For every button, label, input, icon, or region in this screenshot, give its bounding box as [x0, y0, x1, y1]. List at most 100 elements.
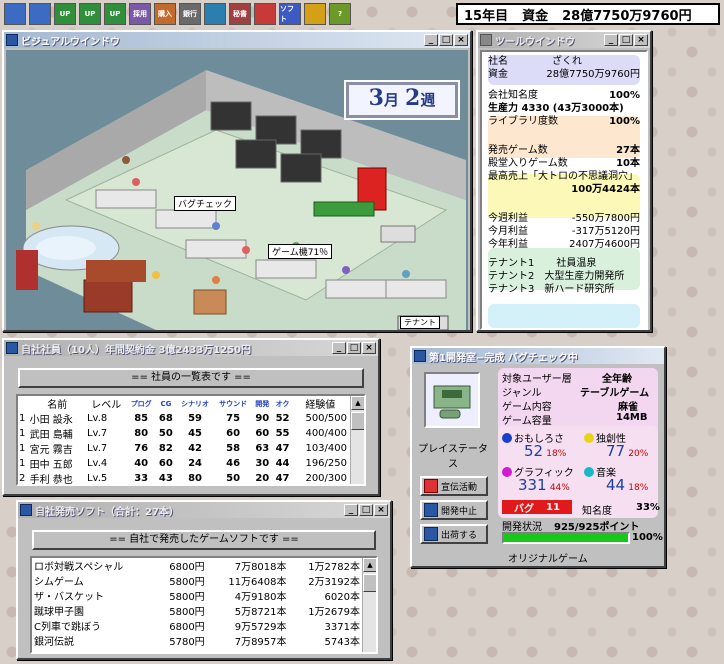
staff-header-cell — [18, 396, 29, 411]
hall-label: 殿堂入りゲーム数 — [488, 158, 568, 169]
maximize-button[interactable]: □ — [439, 34, 453, 46]
software-scrollbar[interactable]: ▲ — [362, 558, 376, 652]
staff-window: 自社社員（10人）年間契約金 3億2433万1250円 _ □ × == 社員の… — [2, 338, 380, 496]
progress-label: 開発状況 — [502, 522, 542, 533]
best-title: 最高売上「大トロの不思議洞穴」 — [488, 171, 638, 182]
stop-dev-button[interactable]: 開発中止 — [420, 500, 488, 520]
hall-row: 殿堂入りゲーム数 10本 — [488, 157, 640, 170]
maximize-button[interactable]: □ — [347, 342, 361, 354]
software-caption: == 自社で発売したゲームソフトです == — [32, 530, 376, 550]
best-title-row: 最高売上「大トロの不思議洞穴」 — [488, 170, 640, 183]
staff-window-titlebar[interactable]: 自社社員（10人）年間契約金 3億2433万1250円 _ □ × — [4, 340, 378, 356]
software-cell: 5780円 — [169, 637, 205, 648]
dev-room-icon — [414, 350, 426, 362]
ranking-icon[interactable] — [304, 3, 326, 25]
graphic-pct: 44% — [549, 483, 570, 493]
software-window: 自社発売ソフト（合計：27本） _ □ × == 自社で発売したゲームソフトです… — [16, 500, 392, 660]
orig-value-group: 77 20% — [606, 442, 648, 460]
scroll-thumb[interactable] — [351, 412, 364, 430]
soft-icon[interactable]: ソフト — [279, 3, 301, 25]
help-icon[interactable]: ? — [329, 3, 351, 25]
software-row[interactable]: 蹴球甲子園 5800円 5万8721本 1万2679本 — [32, 603, 362, 618]
software-window-titlebar[interactable]: 自社発売ソフト（合計：27本） _ □ × — [18, 502, 390, 518]
visual-window-titlebar[interactable]: ビジュアルウインドウ _ □ × — [4, 32, 470, 48]
fun-dot-icon — [502, 433, 512, 443]
staff-window-icon — [6, 342, 18, 354]
software-list[interactable]: ロボ対戦スペシャル 6800円 7万8018本 1万2782本 シムゲーム 5800円 11… — [30, 556, 378, 654]
minimize-button[interactable]: _ — [332, 342, 346, 354]
week-number: 2 — [405, 85, 421, 111]
advertise-button[interactable]: 宣伝活動 — [420, 476, 488, 496]
minimize-button[interactable]: _ — [344, 504, 358, 516]
buy-tech-icon[interactable]: 購入 — [154, 3, 176, 25]
software-row[interactable]: ロボ対戦スペシャル 6800円 7万8018本 1万2782本 — [32, 558, 362, 573]
visual-window-title: ビジュアルウインドウ — [21, 36, 120, 48]
software-cell: 5800円 — [169, 577, 205, 588]
software-row[interactable]: 銀河伝説 5780円 7万8957本 5743本 — [32, 633, 362, 648]
upgrade-icon-1[interactable]: UP — [54, 3, 76, 25]
scroll-up-button[interactable]: ▲ — [363, 558, 376, 572]
bug-check-bubble: バグチェック — [174, 196, 237, 211]
game-console-icon — [433, 385, 471, 419]
staff-cell: 47 — [275, 443, 290, 454]
staff-cell: 68 — [158, 413, 173, 424]
upgrade-icon-3[interactable]: UP — [104, 3, 126, 25]
bank-icon[interactable]: 銀行 — [179, 3, 201, 25]
upgrade-icon-2[interactable]: UP — [79, 3, 101, 25]
staff-header-cell: CG — [160, 399, 172, 408]
staff-table[interactable]: 名前 レベル プログ CG シナリオ サウンド 開発 オク 経験値 1 小田 設永 Lv.8 85 68… — [16, 394, 366, 486]
office-view[interactable]: 3 月 2 週 バグチェック ゲーム機71％ テナント — [6, 50, 468, 330]
software-cell: ロボ対戦スペシャル — [34, 562, 124, 573]
genre-label: ジャンル — [502, 388, 542, 399]
hire-icon[interactable]: 採用 — [129, 3, 151, 25]
company-name: ざくれ — [552, 56, 582, 67]
size-value: 14MB — [616, 412, 648, 423]
fun-value: 52 — [524, 442, 544, 460]
software-window-icon — [20, 504, 32, 516]
scroll-thumb[interactable] — [363, 574, 376, 592]
progress-fill — [504, 534, 628, 542]
home-icon[interactable] — [4, 3, 26, 25]
maximize-button[interactable]: □ — [619, 34, 633, 46]
secretary-icon[interactable]: 秘書 — [229, 3, 251, 25]
funds-value: 28億7750万9760円 — [562, 8, 692, 24]
minimize-button[interactable]: _ — [424, 34, 438, 46]
staff-cell: 63 — [255, 443, 270, 454]
close-button[interactable]: × — [454, 34, 468, 46]
software-row[interactable]: ザ・バスケット 5800円 4万9180本 6020本 — [32, 588, 362, 603]
staff-cell: 58 — [226, 443, 241, 454]
scroll-up-button[interactable]: ▲ — [351, 396, 364, 410]
dev-room-titlebar[interactable]: 第1開発室−完成 バグチェック中 — [412, 348, 664, 364]
close-button[interactable]: × — [374, 504, 388, 516]
tool-window-titlebar[interactable]: ツールウインドウ _ □ × — [478, 32, 650, 48]
staff-row[interactable]: 2 手利 恭也 Lv.5 33 43 80 50 20 47 200/300 — [18, 471, 348, 484]
fame-row: 会社知名度 100% — [488, 89, 640, 102]
staff-row[interactable]: 1 武田 島輔 Lv.7 80 50 45 60 60 55 400/400 — [18, 426, 348, 441]
staff-row[interactable]: 1 小田 設永 Lv.8 85 68 59 75 90 52 500/500 — [18, 411, 348, 426]
graphic-value-group: 331 44% — [518, 476, 570, 494]
staff-row[interactable]: 1 宮元 霧吉 Lv.7 76 82 42 58 63 47 103/400 — [18, 441, 348, 456]
contest-icon[interactable] — [254, 3, 276, 25]
staff-header-cell: レベル — [91, 400, 122, 411]
staff-cell: 47 — [275, 473, 290, 484]
staff-cell: 1 — [19, 458, 26, 469]
staff-scrollbar[interactable]: ▲ — [350, 396, 364, 484]
staff-row[interactable]: 1 田中 五郎 Lv.4 40 60 24 46 30 44 196/250 — [18, 456, 348, 471]
ship-button[interactable]: 出荷する — [420, 524, 488, 544]
stop-icon — [424, 503, 438, 517]
tenant3-label: テナント3 — [488, 284, 535, 295]
software-cell: ザ・バスケット — [34, 592, 104, 603]
maximize-button[interactable]: □ — [359, 504, 373, 516]
close-button[interactable]: × — [634, 34, 648, 46]
orig-dot-icon — [584, 433, 594, 443]
minimize-button[interactable]: _ — [604, 34, 618, 46]
staff-cell: 52 — [275, 413, 290, 424]
close-button[interactable]: × — [362, 342, 376, 354]
software-row[interactable]: シムゲーム 5800円 11万6408本 2万3192本 — [32, 573, 362, 588]
funds-row: 資金 28億7750万9760円 — [488, 68, 640, 81]
software-row[interactable]: C列車で跳ぼう 6800円 9万5729本 3371本 — [32, 618, 362, 633]
license-icon[interactable] — [204, 3, 226, 25]
house-icon[interactable] — [29, 3, 51, 25]
staff-header-cell: 名前 — [47, 400, 68, 411]
software-cell: シムゲーム — [34, 577, 84, 588]
